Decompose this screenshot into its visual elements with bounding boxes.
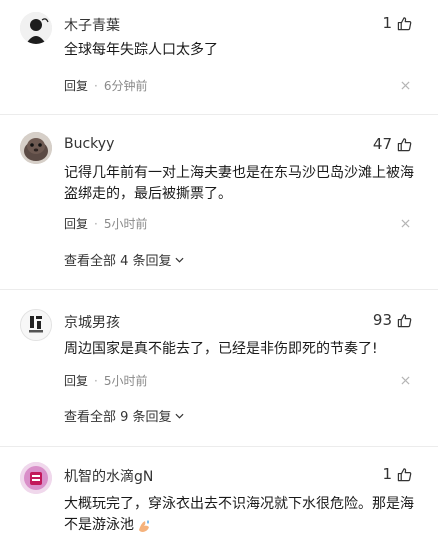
comment-text-line: 周边国家是真不能去了，已经是非伤即死的节奏了! (64, 341, 378, 357)
comment-text: 大概玩完了，穿泳衣出去不识海况就下水很危险。那是海 不是游泳池 (64, 494, 420, 536)
sweat-emoji-icon (139, 519, 149, 532)
close-icon[interactable] (401, 219, 410, 228)
avatar-image (20, 12, 52, 44)
avatar[interactable] (20, 462, 52, 494)
like-count: 1 (382, 465, 392, 483)
thumbs-up-icon (397, 313, 412, 327)
reply-button[interactable]: 回复 (64, 77, 88, 94)
view-all-replies-button[interactable]: 查看全部 4 条回复 (64, 250, 184, 269)
timestamp: 6分钟前 (103, 79, 148, 93)
username[interactable]: 京城男孩 (64, 312, 120, 332)
username[interactable]: Buckyy (64, 136, 114, 152)
comment-text: 记得几年前有一对上海夫妻也是在东马沙巴岛沙滩上被海 盗绑走的，最后被撕票了。 (64, 163, 420, 205)
separator-dot: · (94, 78, 98, 93)
avatar-image (21, 310, 51, 340)
close-icon[interactable] (401, 81, 410, 90)
comment-text-line-wrap: 不是游泳池 (64, 515, 420, 536)
reply-button[interactable]: 回复 (64, 372, 88, 389)
avatar-image (20, 462, 52, 494)
view-replies-label: 查看全部 9 条回复 (64, 410, 172, 425)
like-button[interactable]: 1 (382, 14, 412, 32)
avatar[interactable]: 卧槽 (20, 309, 52, 341)
avatar-image (20, 132, 52, 164)
like-count: 93 (372, 311, 392, 329)
comment-meta: 回复 · 6分钟前 (64, 77, 147, 94)
divider (0, 446, 438, 447)
avatar[interactable] (20, 12, 52, 44)
timestamp: 5小时前 (103, 374, 148, 388)
comment-text: 周边国家是真不能去了，已经是非伤即死的节奏了! (64, 339, 420, 360)
like-count: 1 (382, 14, 392, 32)
thumbs-up-icon (397, 16, 412, 30)
separator-dot: · (94, 216, 98, 231)
divider (0, 289, 438, 290)
thumbs-up-icon (397, 137, 412, 151)
comment-text-line: 盗绑走的，最后被撕票了。 (64, 186, 232, 202)
username[interactable]: 木子青葉 (64, 15, 120, 35)
comment-meta: 回复 · 5小时前 (64, 215, 147, 232)
username[interactable]: 机智的水滴gN (64, 466, 153, 486)
separator-dot: · (94, 373, 98, 388)
comment-text-line: 大概玩完了，穿泳衣出去不识海况就下水很危险。那是海 (64, 496, 414, 512)
like-button[interactable]: 93 (373, 311, 412, 329)
view-all-replies-button[interactable]: 查看全部 9 条回复 (64, 406, 184, 425)
chevron-down-icon (175, 413, 184, 419)
thumbs-up-icon (397, 467, 412, 481)
comment-text-line: 记得几年前有一对上海夫妻也是在东马沙巴岛沙滩上被海 (64, 165, 414, 181)
avatar[interactable] (20, 132, 52, 164)
close-icon[interactable] (401, 376, 410, 385)
comment-meta: 回复 · 5小时前 (64, 372, 147, 389)
view-replies-label: 查看全部 4 条回复 (64, 254, 172, 269)
like-count: 47 (372, 135, 392, 153)
chevron-down-icon (175, 257, 184, 263)
comment-text-line: 不是游泳池 (64, 517, 134, 533)
timestamp: 5小时前 (103, 217, 148, 231)
like-button[interactable]: 47 (373, 135, 412, 153)
reply-button[interactable]: 回复 (64, 215, 88, 232)
divider (0, 114, 438, 115)
comment-text: 全球每年失踪人口太多了 (64, 40, 420, 61)
comment-text-line: 全球每年失踪人口太多了 (64, 42, 218, 58)
like-button[interactable]: 1 (382, 465, 412, 483)
